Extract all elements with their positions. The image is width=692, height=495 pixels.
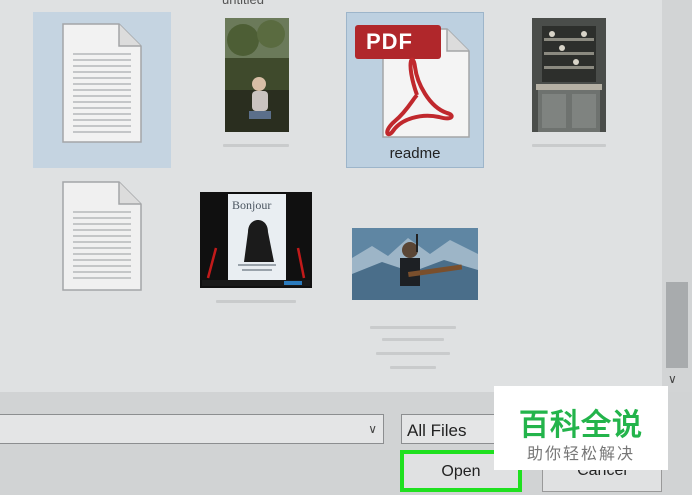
file-name-readme: readme (389, 145, 441, 162)
file-item-pdf-readme[interactable]: PDF readme (346, 12, 484, 168)
document-icon (62, 23, 142, 143)
chevron-down-icon[interactable]: ∨ (368, 422, 377, 436)
vertical-scrollbar[interactable]: ∨ (662, 0, 692, 392)
file-item-photo-guitarist[interactable] (346, 222, 484, 372)
watermark-title: 百科全说 (519, 409, 643, 442)
pdf-badge-text: PDF (366, 29, 413, 54)
photo-thumbnail (352, 228, 478, 300)
scroll-down-arrow-icon[interactable]: ∨ (668, 372, 677, 386)
watermark-overlay: 百科全说 助你轻松解决 (494, 386, 668, 470)
file-item-document-2[interactable] (33, 172, 171, 302)
file-name-combobox[interactable]: ∨ (0, 414, 384, 444)
document-icon (62, 181, 142, 291)
folder-label: untitled (222, 0, 264, 7)
file-item-photo-kitchen[interactable] (522, 12, 612, 147)
file-item-document-1[interactable] (33, 12, 171, 168)
watermark-subtitle: 助你轻松解决 (526, 446, 635, 463)
file-type-value: All Files (407, 421, 467, 440)
open-button-label: Open (441, 463, 481, 480)
poster-title-text: Bonjour (232, 198, 272, 212)
file-item-image-bonjour[interactable]: Bonjour (196, 188, 318, 306)
photo-thumbnail (532, 18, 606, 132)
file-list-pane[interactable]: untitled (0, 0, 662, 392)
file-item-photo-child[interactable] (215, 12, 297, 147)
scrollbar-thumb[interactable] (666, 282, 688, 368)
photo-thumbnail (225, 18, 289, 132)
